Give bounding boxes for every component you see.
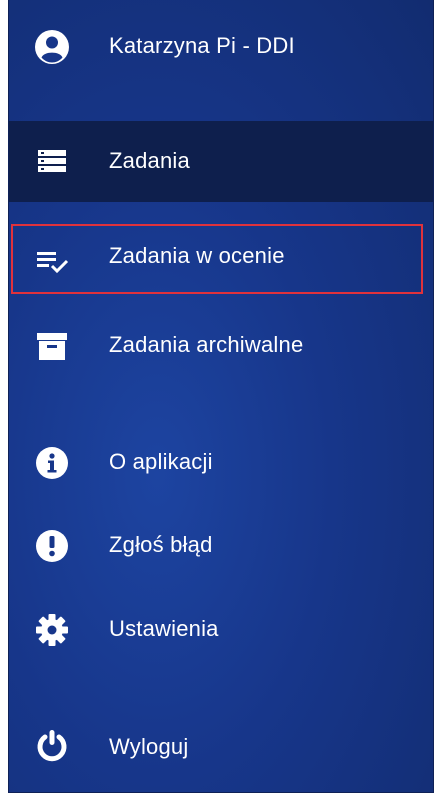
menu-item-label: Zadania archiwalne (109, 332, 304, 357)
menu-item-label: Ustawienia (109, 616, 219, 641)
menu-item-label: Zadania w ocenie (109, 243, 285, 268)
archive-icon (34, 328, 70, 364)
menu-item-label: Zadania (109, 148, 190, 173)
playlist-check-icon (34, 242, 70, 278)
menu-item-label: O aplikacji (109, 449, 213, 474)
user-header[interactable]: Katarzyna Pi - DDI (9, 0, 433, 95)
menu-item-label: Wyloguj (109, 734, 189, 759)
menu-item-o-aplikacji[interactable]: O aplikacji (9, 425, 433, 499)
gear-icon (34, 612, 70, 648)
menu-item-zadania-archiwalne[interactable]: Zadania archiwalne (9, 310, 433, 384)
menu-item-zadania[interactable]: Zadania (9, 121, 433, 202)
navigation-drawer: Katarzyna Pi - DDI Zadania Zadania w oce… (8, 0, 434, 793)
menu-item-zadania-w-ocenie[interactable]: Zadania w ocenie (9, 222, 433, 296)
menu-item-label: Zgłoś błąd (109, 532, 213, 557)
account-circle-icon (34, 29, 70, 65)
user-name: Katarzyna Pi - DDI (109, 33, 295, 58)
menu-item-ustawienia[interactable]: Ustawienia (9, 594, 433, 668)
menu-item-zglos-blad[interactable]: Zgłoś błąd (9, 508, 433, 582)
exclamation-icon (34, 528, 70, 564)
menu-item-wyloguj[interactable]: Wyloguj (9, 710, 433, 784)
power-icon (34, 728, 70, 764)
screen-frame: Katarzyna Pi - DDI Zadania Zadania w oce… (0, 0, 443, 800)
list-icon (34, 143, 70, 179)
info-icon (34, 445, 70, 481)
